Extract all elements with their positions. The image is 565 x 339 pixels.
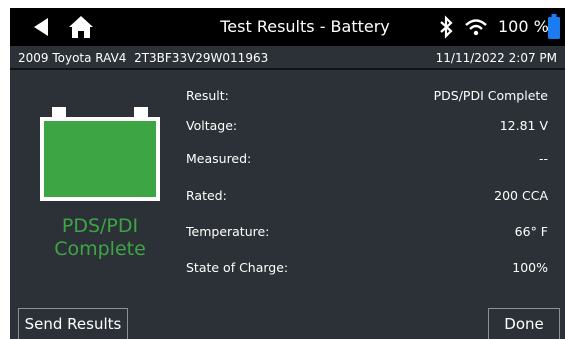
status-line-1: PDS/PDI xyxy=(61,215,139,237)
temperature-label: Temperature: xyxy=(186,224,270,239)
bluetooth-icon xyxy=(440,15,453,39)
voltage-row: Voltage: 12.81 V xyxy=(186,118,548,138)
state-of-charge-value: 100% xyxy=(512,260,548,275)
rated-row: Rated: 200 CCA xyxy=(186,188,548,208)
vehicle-info-bar: 2009 Toyota RAV4 2T3BF33V29W011963 11/11… xyxy=(10,46,565,70)
wifi-icon xyxy=(465,19,487,36)
temperature-row: Temperature: 66° F xyxy=(186,224,548,244)
screen-title: Test Results - Battery xyxy=(220,17,390,36)
state-of-charge-label: State of Charge: xyxy=(186,260,289,275)
rated-label: Rated: xyxy=(186,188,227,203)
result-row: Result: PDS/PDI Complete xyxy=(186,88,548,108)
measured-row: Measured: -- xyxy=(186,151,548,171)
home-icon[interactable] xyxy=(68,15,94,39)
vehicle-description: 2009 Toyota RAV4 2T3BF33V29W011963 xyxy=(18,51,269,65)
measured-label: Measured: xyxy=(186,151,252,166)
state-of-charge-row: State of Charge: 100% xyxy=(186,260,548,280)
status-line-2: Complete xyxy=(54,238,146,260)
battery-icon xyxy=(548,14,560,39)
send-results-button[interactable]: Send Results xyxy=(18,308,128,339)
measured-value: -- xyxy=(538,151,548,166)
battery-status-text: PDS/PDI Complete xyxy=(30,215,170,261)
back-arrow-icon[interactable] xyxy=(32,17,50,37)
top-bar: Test Results - Battery 100 % xyxy=(10,8,565,46)
app-screen: Test Results - Battery 100 % 2009 Toyota… xyxy=(10,8,565,339)
result-label: Result: xyxy=(186,88,229,103)
battery-percent: 100 % xyxy=(498,17,549,36)
voltage-label: Voltage: xyxy=(186,118,238,133)
done-button[interactable]: Done xyxy=(488,308,560,339)
temperature-value: 66° F xyxy=(514,224,548,239)
rated-value: 200 CCA xyxy=(494,188,548,203)
result-value: PDS/PDI Complete xyxy=(433,88,548,103)
battery-status-icon xyxy=(40,107,160,201)
test-datetime: 11/11/2022 2:07 PM xyxy=(435,51,557,65)
voltage-value: 12.81 V xyxy=(499,118,548,133)
